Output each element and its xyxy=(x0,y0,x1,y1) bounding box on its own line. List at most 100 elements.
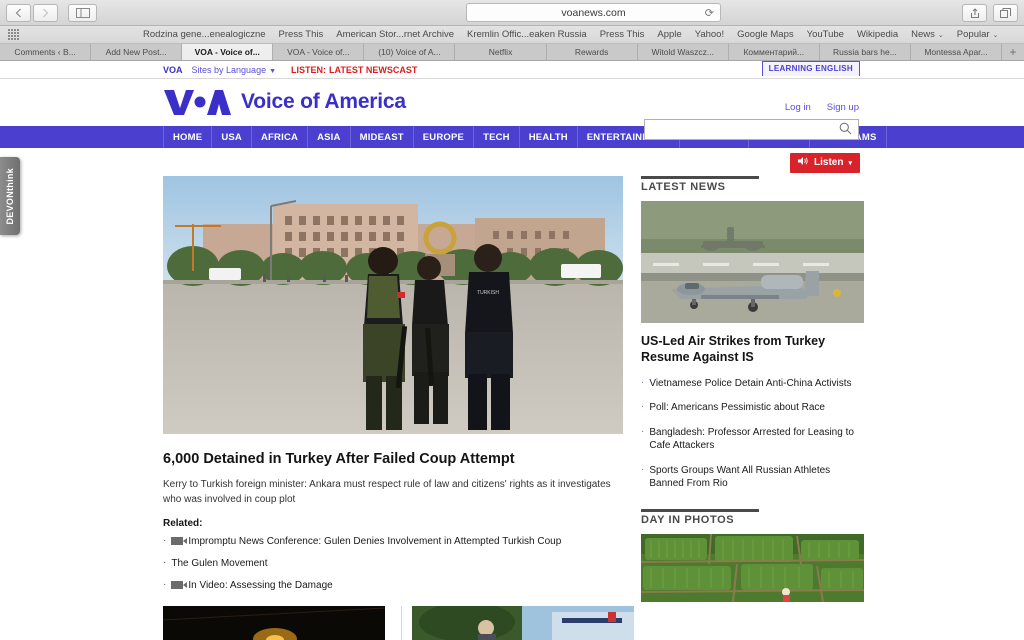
apps-grid-icon[interactable] xyxy=(8,29,19,40)
bookmark-label: Popular xyxy=(956,29,990,40)
devonthink-label: DEVONthink xyxy=(5,167,15,225)
browser-tab[interactable]: Witold Waszcz... xyxy=(637,44,729,60)
sites-by-language-dropdown[interactable]: Sites by Language ▼ xyxy=(192,65,277,75)
bookmark-label: Press This xyxy=(599,29,645,40)
devonthink-side-tab[interactable]: DEVONthink xyxy=(0,157,20,235)
nav-item-home[interactable]: HOME xyxy=(163,126,213,148)
latest-news-lead-title[interactable]: US-Led Air Strikes from Turkey Resume Ag… xyxy=(641,333,864,366)
bottom-thumb-2[interactable] xyxy=(393,606,634,640)
new-tab-button[interactable]: + xyxy=(1002,44,1024,60)
bookmarks-bar: Rodzina gene...enealogiczne Press This Ame… xyxy=(0,26,1024,44)
learning-english-tab[interactable]: LEARNING ENGLISH xyxy=(761,61,860,76)
bullet-icon: · xyxy=(641,425,645,437)
nav-item-europe[interactable]: EUROPE xyxy=(414,126,475,148)
bullet-icon: · xyxy=(641,401,645,412)
tab-bar: Comments ‹ B... Add New Post... VOA - Voic… xyxy=(0,44,1024,61)
back-button[interactable] xyxy=(6,3,31,22)
bottom-thumb-1[interactable] xyxy=(163,606,393,640)
video-camera-icon xyxy=(171,537,188,546)
nav-item-tech[interactable]: TECH xyxy=(474,126,520,148)
voa-logo[interactable]: Voice of America xyxy=(163,87,406,117)
main-column: TURKISH 6,000 Detained in Turkey After F… xyxy=(163,176,634,640)
tabs-overview-button[interactable] xyxy=(993,4,1018,22)
sidebar-toggle-button[interactable] xyxy=(68,3,97,22)
latest-news-heading: LATEST NEWS xyxy=(641,176,759,193)
bookmark-item[interactable]: Press This xyxy=(279,29,324,40)
bookmark-list: Rodzina gene...enealogiczne Press This Ame… xyxy=(143,29,998,40)
bookmark-item[interactable]: Google Maps xyxy=(737,29,794,40)
browser-tab[interactable]: Comments ‹ B... xyxy=(0,44,92,60)
related-label: Related: xyxy=(163,518,203,530)
site-search[interactable] xyxy=(644,119,859,140)
nav-item-health[interactable]: HEALTH xyxy=(520,126,578,148)
latest-news-item-label: Poll: Americans Pessimistic about Race xyxy=(649,402,825,413)
page-content: TURKISH 6,000 Detained in Turkey After F… xyxy=(0,176,1024,640)
listen-button[interactable]: Listen ▾ xyxy=(790,153,860,173)
latest-news-item[interactable]: · Sports Groups Want All Russian Athletes… xyxy=(641,464,864,491)
browser-tab[interactable]: Add New Post... xyxy=(91,44,183,60)
latest-news-list: · Vietnamese Police Detain Anti-China Act… xyxy=(641,377,864,491)
bookmark-item[interactable]: Wikipedia xyxy=(857,29,898,40)
related-item[interactable]: · Impromptu News Conference: Gulen Denies… xyxy=(163,535,623,548)
bookmark-item[interactable]: American Stor...rnet Archive xyxy=(336,29,454,40)
nav-item-africa[interactable]: AFRICA xyxy=(252,126,309,148)
bookmark-item[interactable]: Apple xyxy=(657,29,681,40)
hero-headline[interactable]: 6,000 Detained in Turkey After Failed Co… xyxy=(163,450,623,468)
browser-tab[interactable]: Комментарий... xyxy=(728,44,820,60)
bookmark-item[interactable]: News ⌄ xyxy=(911,29,944,40)
bookmark-item[interactable]: YouTube xyxy=(807,29,844,40)
bookmark-item[interactable]: Rodzina gene...enealogiczne xyxy=(143,29,266,40)
bullet-icon: · xyxy=(163,557,167,569)
day-in-photos-heading: DAY IN PHOTOS xyxy=(641,508,759,526)
voa-logo-text: Voice of America xyxy=(241,90,406,113)
browser-tab[interactable]: Russia bars he... xyxy=(819,44,911,60)
latest-news-item[interactable]: · Vietnamese Police Detain Anti-China Act… xyxy=(641,377,864,391)
browser-tab[interactable]: Netflix xyxy=(455,44,547,60)
related-item[interactable]: · The Gulen Movement xyxy=(163,557,623,570)
nav-item-usa[interactable]: USA xyxy=(212,126,252,148)
navigation-buttons xyxy=(6,3,58,22)
voa-mini-logo[interactable]: VOA xyxy=(163,65,183,75)
day-in-photos-section: DAY IN PHOTOS xyxy=(641,508,864,602)
search-input[interactable] xyxy=(645,120,839,139)
listen-row: Listen ▾ xyxy=(0,148,1024,176)
reload-icon[interactable]: ⟳ xyxy=(705,6,714,19)
latest-newscast-link[interactable]: LISTEN: LATEST NEWSCAST xyxy=(291,65,417,75)
browser-tab[interactable]: Rewards xyxy=(546,44,638,60)
related-item[interactable]: · In Video: Assessing the Damage xyxy=(163,579,623,592)
browser-tab[interactable]: (10) Voice of A... xyxy=(364,44,456,60)
sign-up-link[interactable]: Sign up xyxy=(827,102,859,113)
share-button[interactable] xyxy=(962,4,987,22)
bookmark-label: Rodzina gene...enealogiczne xyxy=(143,29,266,40)
latest-news-item[interactable]: · Poll: Americans Pessimistic about Race xyxy=(641,401,864,415)
web-page: DEVONthink VOA Sites by Language ▼ LISTEN… xyxy=(0,61,1024,640)
day-in-photos-image[interactable] xyxy=(641,533,864,602)
latest-newscast-label: LATEST NEWSCAST xyxy=(329,64,418,75)
search-icon[interactable] xyxy=(839,122,852,137)
bookmark-label: Wikipedia xyxy=(856,29,899,40)
account-links: Log in Sign up xyxy=(785,102,859,113)
bullet-icon: · xyxy=(641,463,645,475)
hero-image[interactable]: TURKISH xyxy=(163,176,623,434)
latest-news-lead-image[interactable] xyxy=(641,201,864,323)
bookmark-label: Google Maps xyxy=(737,29,794,40)
nav-item-mideast[interactable]: MIDEAST xyxy=(351,126,414,148)
video-camera-icon xyxy=(171,581,188,590)
browser-tab-active[interactable]: VOA - Voice of... xyxy=(182,44,274,60)
bookmark-item[interactable]: Yahoo! xyxy=(695,29,724,40)
bookmark-label: Yahoo! xyxy=(694,29,725,40)
bookmark-item[interactable]: Kremlin Offic...eaken Russia xyxy=(467,29,587,40)
log-in-link[interactable]: Log in xyxy=(785,102,811,113)
nav-item-asia[interactable]: ASIA xyxy=(308,126,351,148)
listen-lead-label: LISTEN: xyxy=(291,64,327,75)
address-bar[interactable]: voanews.com ⟳ xyxy=(466,3,721,22)
latest-news-item[interactable]: · Bangladesh: Professor Arrested for Leas… xyxy=(641,426,864,453)
chevron-down-icon: ▼ xyxy=(269,67,277,75)
browser-tab[interactable]: VOA - Voice of... xyxy=(273,44,365,60)
bookmark-item[interactable]: Press This xyxy=(600,29,645,40)
browser-tab[interactable]: Montessa Apar... xyxy=(910,44,1003,60)
bullet-icon: · xyxy=(163,579,167,591)
listen-button-label: Listen xyxy=(814,157,844,168)
bookmark-item[interactable]: Popular ⌄ xyxy=(957,29,999,40)
forward-button[interactable] xyxy=(33,3,58,22)
